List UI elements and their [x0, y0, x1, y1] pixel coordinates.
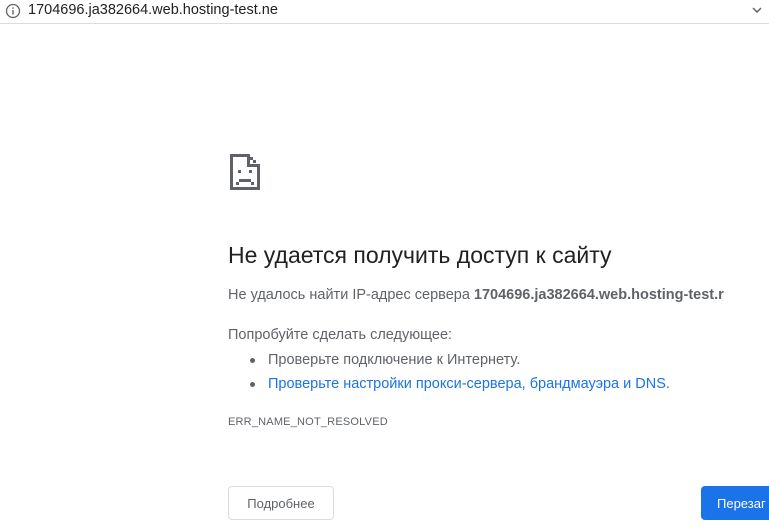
chevron-down-icon[interactable] — [750, 2, 764, 18]
error-summary: Не удалось найти IP-адрес сервера 170469… — [228, 287, 724, 303]
suggestion-item: Проверьте настройки прокси-сервера, бран… — [248, 374, 670, 398]
error-code: ERR_NAME_NOT_RESOLVED — [228, 416, 388, 428]
suggestion-item: Проверьте подключение к Интернету. — [248, 350, 670, 374]
page-title: Не удается получить доступ к сайту — [228, 242, 612, 268]
suggestion-text: Проверьте подключение к Интернету. — [268, 352, 521, 368]
info-circle-icon[interactable] — [5, 3, 21, 19]
details-button[interactable]: Подробнее — [228, 486, 334, 520]
suggestions-list: Проверьте подключение к Интернету. Прове… — [248, 350, 670, 398]
summary-prefix: Не удалось найти IP-адрес сервера — [228, 287, 474, 303]
sad-page-icon — [230, 154, 260, 190]
proxy-settings-link[interactable]: Проверьте настройки прокси-сервера, бран… — [268, 376, 666, 392]
suggestion-suffix: . — [665, 376, 670, 392]
suggestions-heading: Попробуйте сделать следующее: — [228, 327, 453, 343]
url-text[interactable]: 1704696.ja382664.web.hosting-test.ne — [28, 2, 278, 18]
page: 1704696.ja382664.web.hosting-test.ne Не … — [0, 0, 769, 532]
summary-host: 1704696.ja382664.web.hosting-test.r — [473, 287, 724, 303]
reload-button[interactable]: Перезаг — [701, 486, 769, 520]
address-bar[interactable]: 1704696.ja382664.web.hosting-test.ne — [0, 0, 769, 24]
error-page: Не удается получить доступ к сайту Не уд… — [0, 25, 769, 532]
